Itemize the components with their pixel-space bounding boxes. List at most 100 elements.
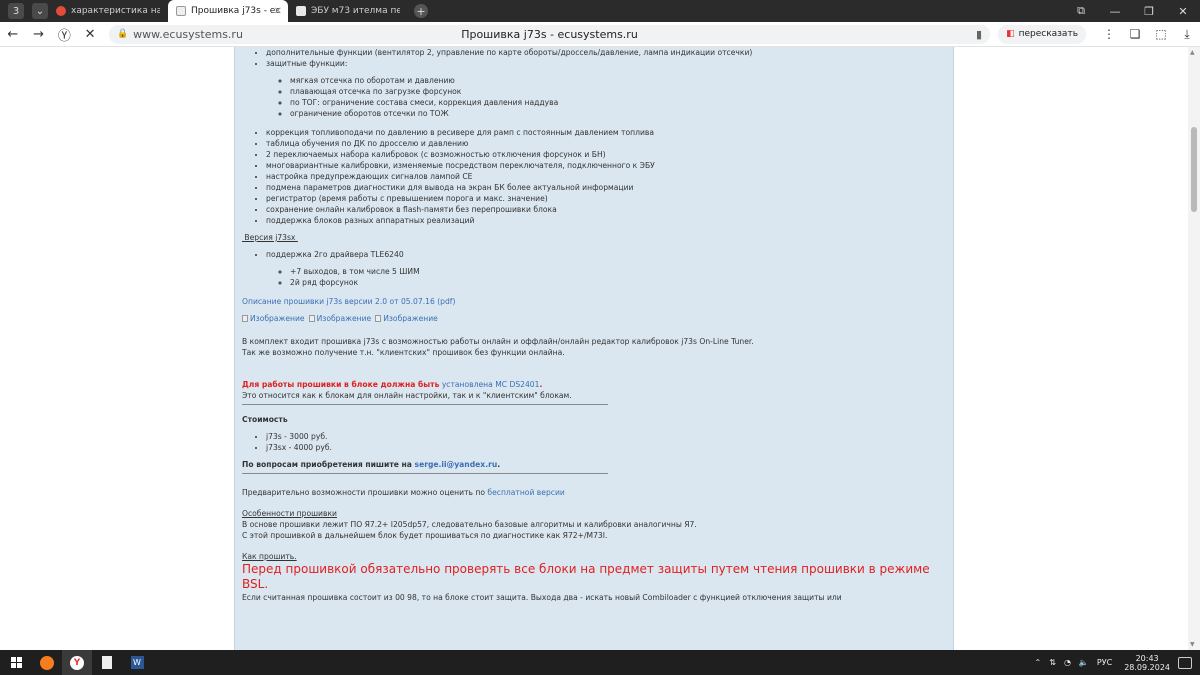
tabs-dropdown-icon[interactable]: ⌄ [32, 3, 48, 19]
warning-line: Для работы прошивки в блоке должна быть … [242, 379, 953, 390]
clock-time: 20:43 [1135, 653, 1159, 663]
image-placeholder[interactable]: Изображение [375, 313, 438, 324]
kit-text: В комплект входит прошивка j73s с возмож… [242, 337, 754, 346]
firefox-icon[interactable] [32, 650, 62, 675]
tab-1[interactable]: характеристика наклон [48, 0, 168, 22]
image-placeholder[interactable]: Изображение [308, 313, 372, 324]
list-item: мягкая отсечка по оборотам и давлению [290, 75, 953, 86]
yandex-browser-icon[interactable]: Y [62, 650, 92, 675]
notifications-icon[interactable] [1178, 656, 1192, 669]
bsl-warning: Перед прошивкой обязательно проверять вс… [242, 562, 930, 591]
image-alt-text: Изображение [383, 314, 438, 323]
page-icon [296, 6, 306, 16]
tab-label: Прошивка j73s - ecusy [191, 6, 280, 16]
forward-icon[interactable]: → [26, 27, 52, 42]
features-text: В основе прошивки лежит ПО Я7.2+ I205dp5… [242, 520, 697, 529]
list-item-text: защитные функции: [266, 59, 348, 68]
free-version-link[interactable]: бесплатной версии [487, 488, 564, 497]
browser-nav-bar: ← → Ⓨ ✕ 🔒 www.ecusystems.ru Прошивка j73… [0, 22, 1200, 47]
contact-text: По вопросам приобретения пишите на [242, 460, 412, 469]
description-pdf-link[interactable]: Описание прошивки j73s версии 2.0 от 05.… [242, 296, 953, 307]
list-item: многовариантные калибровки, изменяемые п… [266, 160, 953, 171]
new-tab-button[interactable]: + [414, 4, 428, 18]
list-item: 2 переключаемых набора калибровок (с воз… [266, 149, 953, 160]
list-item: j73sx - 4000 руб. [266, 442, 953, 453]
warning-note: Это относится как к блокам для онлайн на… [242, 391, 572, 400]
web-page: дополнительные функции (вентилятор 2, уп… [0, 47, 1188, 650]
price-heading: Стоимость [242, 415, 288, 424]
version-sub-list: +7 выходов, в том числе 5 ШИМ 2й ряд фор… [266, 266, 953, 288]
browser-tab-bar: 3 ⌄ характеристика наклон Прошивка j73s … [0, 0, 1200, 22]
features-heading: Особенности прошивки [242, 509, 337, 518]
browser-menu-button[interactable]: 3 [8, 3, 24, 19]
collections-icon[interactable]: ❏ [1122, 27, 1148, 41]
volume-icon[interactable]: 🔈 [1079, 658, 1089, 667]
list-item: +7 выходов, в том числе 5 ШИМ [290, 266, 953, 277]
list-item: плавающая отсечка по загрузке форсунок [290, 86, 953, 97]
image-row: Изображение Изображение Изображение [242, 313, 953, 324]
extensions-icon[interactable]: ⬚ [1148, 27, 1174, 41]
clock-date: 28.09.2024 [1124, 662, 1170, 672]
list-item: сохранение онлайн калибровок в flash-пам… [266, 204, 953, 215]
close-tab-icon[interactable]: ✕ [274, 6, 282, 17]
price-list: j73s - 3000 руб. j73sx - 4000 руб. [242, 431, 953, 453]
kit-text: Так же возможно получение т.н. "клиентск… [242, 348, 565, 357]
retell-icon: ◧ [1006, 29, 1015, 39]
stop-loading-icon[interactable]: ✕ [77, 27, 103, 42]
more-icon[interactable]: ⋮ [1096, 27, 1122, 41]
minimize-button[interactable]: — [1098, 5, 1132, 18]
vertical-scrollbar[interactable]: ▲ ▼ [1188, 47, 1200, 650]
preview-text: Предварительно возможности прошивки можн… [242, 488, 485, 497]
yandex-icon [56, 6, 66, 16]
page-icon [176, 6, 186, 16]
maximize-button[interactable]: ❐ [1132, 5, 1166, 18]
feature-list: дополнительные функции (вентилятор 2, уп… [242, 47, 953, 226]
warning-text: Для работы прошивки в блоке должна быть [242, 380, 440, 389]
image-alt-text: Изображение [250, 314, 305, 323]
download-icon[interactable]: ⤓ [1174, 27, 1200, 42]
list-item-text: поддержка 2го драйвера TLE6240 [266, 250, 404, 259]
list-item: поддержка блоков разных аппаратных реали… [266, 215, 953, 226]
version-list: поддержка 2го драйвера TLE6240 +7 выходо… [242, 249, 953, 288]
preview-line: Предварительно возможности прошивки можн… [242, 487, 953, 498]
list-item: дополнительные функции (вентилятор 2, уп… [266, 47, 953, 58]
tab-label: ЭБУ м73 ителма переход [311, 6, 400, 16]
ds2401-link[interactable]: установлена МС DS2401 [442, 380, 540, 389]
bookmark-icon[interactable]: ▮ [976, 28, 982, 41]
start-button[interactable] [0, 650, 32, 675]
list-item: по ТОГ: ограничение состава смеси, корре… [290, 97, 953, 108]
wifi-icon[interactable]: ◔ [1064, 658, 1071, 667]
email-link[interactable]: serge.ii@yandex.ru [415, 460, 498, 469]
warning-dot: . [539, 380, 543, 389]
list-item: j73s - 3000 руб. [266, 431, 953, 442]
language-indicator[interactable]: РУС [1097, 658, 1112, 667]
scroll-up-icon[interactable]: ▲ [1190, 49, 1195, 56]
windows-logo-icon [10, 657, 22, 668]
list-item: таблица обучения по ДК по дросселю и дав… [266, 138, 953, 149]
list-item: защитные функции: мягкая отсечка по обор… [266, 58, 953, 119]
image-alt-text: Изображение [316, 314, 372, 323]
window-controls: ⧉ — ❐ ✕ [1064, 0, 1200, 22]
bottom-text: Если считанная прошивка состоит из 00 98… [242, 593, 842, 602]
clock[interactable]: 20:43 28.09.2024 [1124, 654, 1170, 672]
how-to-flash-heading: Как прошить. [242, 552, 297, 561]
list-item: коррекция топливоподачи по давлению в ре… [266, 127, 953, 138]
image-placeholder[interactable]: Изображение [242, 313, 305, 324]
broken-image-icon [375, 315, 382, 322]
yandex-logo-icon[interactable]: Ⓨ [51, 25, 77, 44]
file-icon[interactable] [92, 650, 122, 675]
address-bar[interactable]: 🔒 www.ecusystems.ru Прошивка j73s - ecus… [108, 24, 991, 44]
tab-3[interactable]: ЭБУ м73 ителма переход [288, 0, 408, 22]
retell-button[interactable]: ◧ пересказать [998, 24, 1086, 44]
window-layout-icon[interactable]: ⧉ [1064, 4, 1098, 18]
scroll-thumb[interactable] [1191, 127, 1197, 212]
broken-image-icon [242, 315, 248, 322]
tab-2-active[interactable]: Прошивка j73s - ecusy ✕ [168, 0, 288, 22]
back-icon[interactable]: ← [0, 27, 26, 42]
contact-line: По вопросам приобретения пишите на serge… [242, 459, 953, 470]
word-icon[interactable]: W [122, 650, 152, 675]
scroll-down-icon[interactable]: ▼ [1190, 641, 1195, 648]
chevron-up-icon[interactable]: ⌃ [1035, 658, 1042, 667]
network-icon[interactable]: ⇅ [1049, 658, 1056, 667]
close-window-button[interactable]: ✕ [1166, 5, 1200, 18]
